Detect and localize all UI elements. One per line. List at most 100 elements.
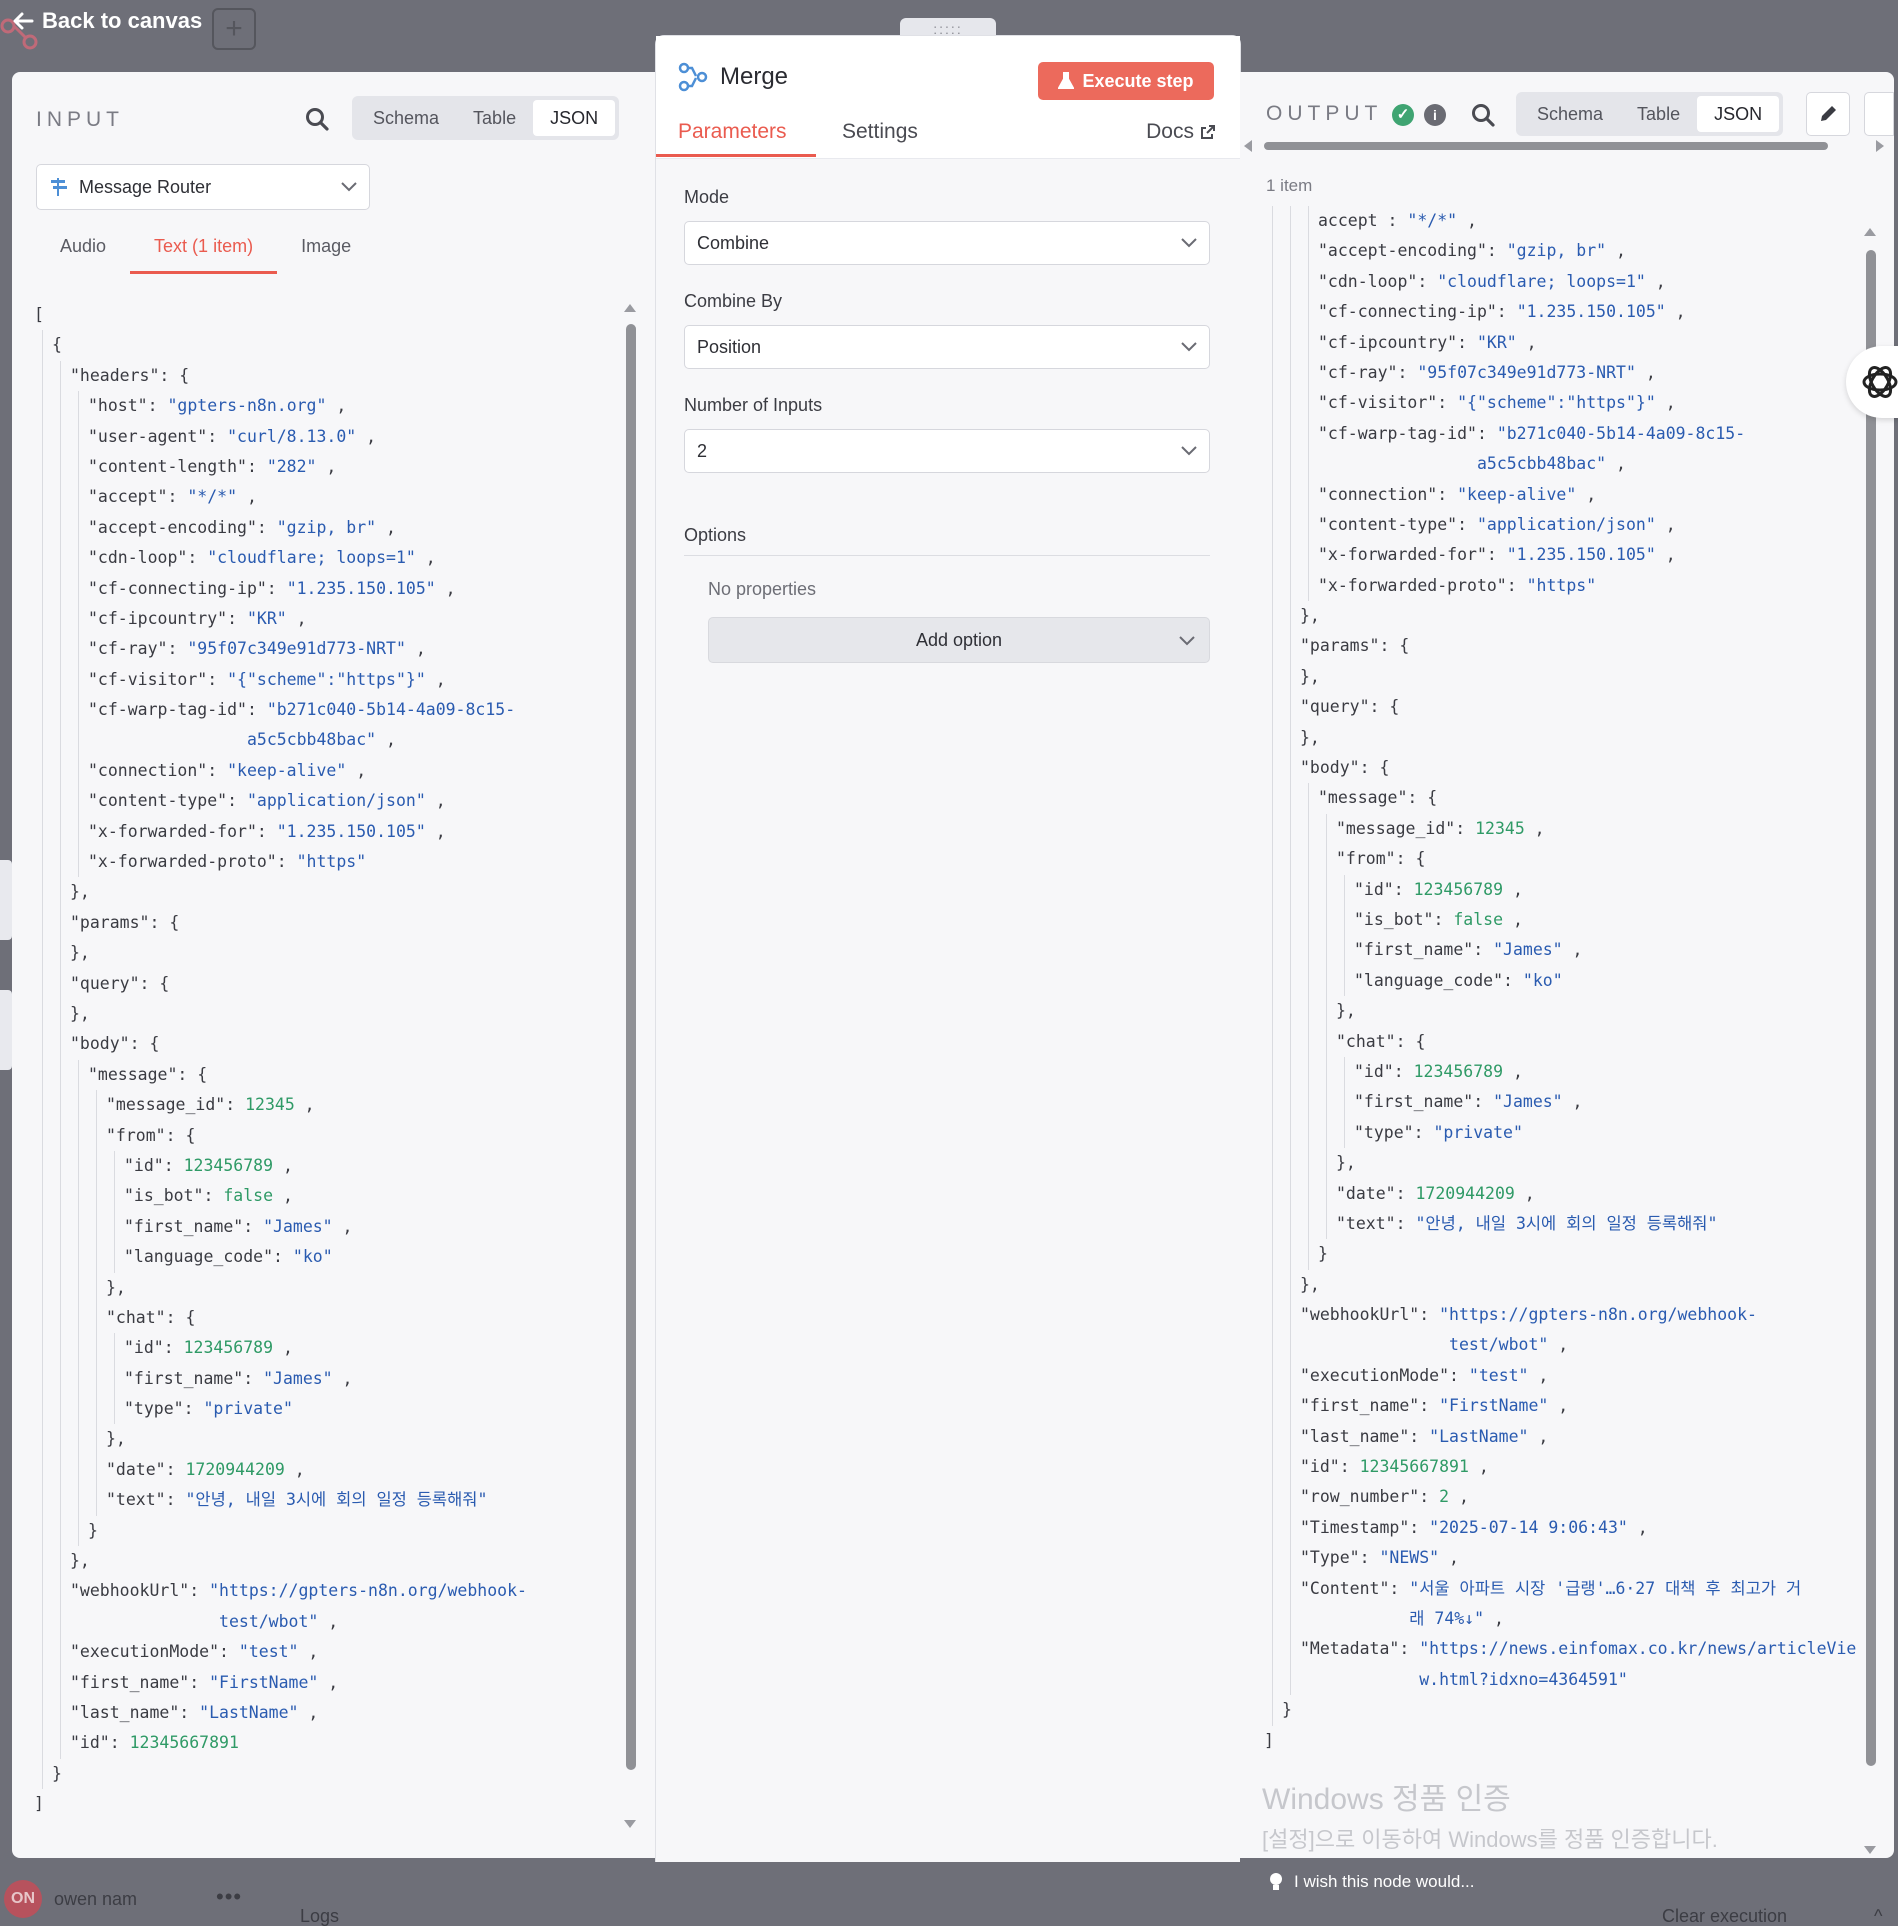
json-line: "executionMode": "test" , bbox=[1264, 1360, 1856, 1392]
json-line: "id": 123456789 , bbox=[1264, 874, 1856, 905]
feedback-label: I wish this node would... bbox=[1294, 1872, 1475, 1891]
feedback-bar[interactable]: I wish this node would... bbox=[1240, 1858, 1894, 1906]
json-line: } bbox=[34, 1515, 527, 1547]
output-view-switch: Schema Table JSON bbox=[1516, 92, 1784, 136]
json-line: "id": 123456789 , bbox=[34, 1333, 527, 1364]
json-line: w.html?idxno=4364591" bbox=[1264, 1664, 1856, 1696]
json-line: ] bbox=[1264, 1730, 1274, 1750]
json-line: { bbox=[34, 330, 527, 361]
output-scrollbar[interactable] bbox=[1866, 250, 1876, 1766]
json-line: "query": { bbox=[1264, 692, 1856, 723]
json-line: test/wbot" , bbox=[1264, 1330, 1856, 1361]
add-node-button[interactable]: + bbox=[212, 8, 256, 50]
edit-output-button[interactable] bbox=[1806, 92, 1850, 136]
json-line: "x-forwarded-for": "1.235.150.105" , bbox=[34, 816, 527, 848]
scroll-up-arrow[interactable] bbox=[624, 304, 636, 312]
combine-by-value: Position bbox=[697, 336, 762, 357]
scroll-down-arrow[interactable] bbox=[624, 1820, 636, 1828]
output-tab-table[interactable]: Table bbox=[1620, 96, 1697, 132]
mode-value: Combine bbox=[697, 232, 770, 253]
clear-execution-button[interactable]: Clear execution bbox=[1662, 1906, 1787, 1926]
activation-title: Windows 정품 인증 bbox=[1262, 1783, 1511, 1816]
mode-label: Mode bbox=[684, 187, 730, 207]
json-line: }, bbox=[1264, 722, 1856, 754]
json-line: "user-agent": "curl/8.13.0" , bbox=[34, 421, 527, 452]
combine-by-label: Combine By bbox=[684, 291, 783, 311]
json-line: 래 74%↓" , bbox=[1264, 1603, 1856, 1635]
json-line: "host": "gpters-n8n.org" , bbox=[34, 391, 527, 422]
back-to-canvas-button[interactable]: Back to canvas bbox=[12, 6, 202, 36]
subtab-text[interactable]: Text (1 item) bbox=[130, 236, 278, 274]
scroll-down-arrow[interactable] bbox=[1864, 1846, 1876, 1854]
json-line: "executionMode": "test" , bbox=[34, 1637, 527, 1668]
tab-parameters[interactable]: Parameters bbox=[678, 120, 787, 144]
json-line: [ bbox=[34, 305, 44, 324]
merge-title-text: Merge bbox=[720, 63, 789, 90]
json-line: "accept": "*/*" , bbox=[34, 482, 527, 513]
scroll-left-arrow[interactable] bbox=[1244, 140, 1252, 152]
json-line: }, bbox=[34, 1272, 527, 1303]
subtab-audio[interactable]: Audio bbox=[36, 236, 130, 274]
input-scrollbar[interactable] bbox=[626, 324, 636, 1770]
add-option-button[interactable]: Add option bbox=[708, 617, 1210, 663]
search-icon[interactable] bbox=[304, 106, 330, 132]
subtab-image[interactable]: Image bbox=[277, 236, 375, 274]
logs-label[interactable]: Logs bbox=[300, 1906, 339, 1926]
json-line: "cdn-loop": "cloudflare; loops=1" , bbox=[34, 543, 527, 574]
json-line: }, bbox=[1264, 601, 1856, 632]
json-line: "cf-warp-tag-id": "b271c040-5b14-4a09-8c… bbox=[34, 695, 527, 726]
merge-icon bbox=[678, 62, 708, 92]
json-line: "is_bot": false , bbox=[34, 1181, 527, 1212]
scroll-up-arrow[interactable] bbox=[1864, 228, 1876, 236]
number-of-inputs-label: Number of Inputs bbox=[684, 395, 823, 415]
chevron-down-icon bbox=[1181, 446, 1197, 456]
json-line: a5c5cbb48bac" , bbox=[34, 725, 527, 756]
json-line: "text": "안녕, 내일 3시에 회의 일정 등록해줘" bbox=[1264, 1208, 1856, 1240]
input-node-select[interactable]: Message Router bbox=[36, 164, 370, 210]
side-tab[interactable] bbox=[0, 860, 12, 940]
number-of-inputs-value: 2 bbox=[697, 440, 708, 461]
json-line: }, bbox=[1264, 996, 1856, 1027]
json-line: "Type": "NEWS" , bbox=[1264, 1543, 1856, 1574]
combine-by-select[interactable]: Position bbox=[684, 325, 1210, 369]
json-line: "cf-ipcountry": "KR" , bbox=[1264, 327, 1856, 358]
output-tab-json[interactable]: JSON bbox=[1697, 96, 1780, 132]
json-line: "cf-visitor": "{"scheme":"https"}" , bbox=[1264, 388, 1856, 419]
execute-step-button[interactable]: Execute step bbox=[1038, 62, 1214, 100]
number-of-inputs-select[interactable]: 2 bbox=[684, 429, 1210, 473]
mode-select[interactable]: Combine bbox=[684, 221, 1210, 265]
json-line: "Metadata": "https://news.einfomax.co.kr… bbox=[1264, 1634, 1856, 1665]
input-tab-json[interactable]: JSON bbox=[533, 100, 616, 136]
search-icon[interactable] bbox=[1470, 102, 1496, 128]
scroll-right-arrow[interactable] bbox=[1876, 140, 1884, 152]
input-tab-schema[interactable]: Schema bbox=[356, 100, 456, 136]
input-tab-table[interactable]: Table bbox=[456, 100, 533, 136]
json-line: "date": 1720944209 , bbox=[1264, 1178, 1856, 1209]
chevron-down-icon bbox=[341, 182, 357, 192]
input-json-view: [ {"headers": {"host": "gpters-n8n.org" ,… bbox=[34, 300, 527, 1820]
json-line: test/wbot" , bbox=[34, 1606, 527, 1638]
json-line: "chat": { bbox=[1264, 1026, 1856, 1057]
side-tab[interactable] bbox=[0, 990, 12, 1070]
json-line: "from": { bbox=[1264, 844, 1856, 875]
tab-settings[interactable]: Settings bbox=[842, 120, 918, 144]
user-menu[interactable]: ON owen nam bbox=[4, 1880, 137, 1918]
json-line: "cf-visitor": "{"scheme":"https"}" , bbox=[34, 664, 527, 696]
json-line: "headers": { bbox=[34, 360, 527, 392]
output-horizontal-scrollbar[interactable] bbox=[1264, 142, 1828, 150]
router-icon bbox=[51, 178, 67, 196]
pin-data-button[interactable] bbox=[1864, 92, 1894, 136]
info-icon[interactable]: i bbox=[1424, 104, 1446, 126]
json-line: "webhookUrl": "https://gpters-n8n.org/we… bbox=[1264, 1300, 1856, 1331]
pencil-icon bbox=[1821, 106, 1836, 121]
output-panel: OUTPUT ✓ i Schema Table JSON 1 item acce… bbox=[1240, 72, 1894, 1858]
output-tab-schema[interactable]: Schema bbox=[1520, 96, 1620, 132]
json-line: } bbox=[34, 1758, 527, 1790]
chevron-up-icon[interactable]: ^ bbox=[1874, 1906, 1882, 1926]
chevron-down-icon bbox=[1181, 342, 1197, 352]
docs-link[interactable]: Docs bbox=[1146, 120, 1216, 144]
user-more-button[interactable]: ••• bbox=[216, 1884, 242, 1910]
docs-label: Docs bbox=[1146, 120, 1194, 143]
json-line: "accept-encoding": "gzip, br" , bbox=[34, 512, 527, 544]
json-line: "chat": { bbox=[34, 1302, 527, 1334]
